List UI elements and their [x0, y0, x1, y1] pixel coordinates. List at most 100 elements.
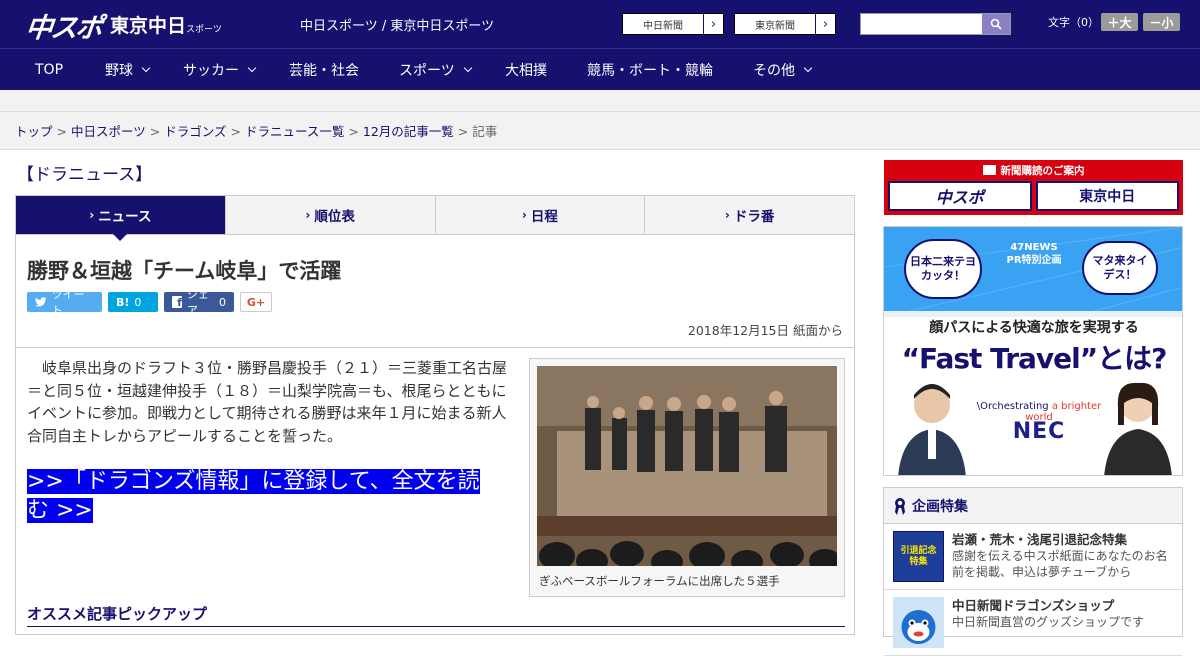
- facebook-count: 0: [219, 295, 226, 309]
- tab-dora-ban[interactable]: › ドラ番: [645, 196, 854, 234]
- ad-badge: 47NEWS PR特別企画: [996, 241, 1072, 267]
- nav-label: 芸能・社会: [289, 63, 359, 79]
- article-body: 岐阜県出身のドラフト３位・勝野昌慶投手（２１）＝三菱重工名古屋＝と同５位・垣越建…: [27, 359, 508, 445]
- photo-caption: ぎふベースボールフォーラムに出席した５選手: [539, 574, 780, 588]
- font-bigger-button[interactable]: ＋大: [1101, 13, 1138, 31]
- ad-badge-bottom: PR特別企画: [1006, 255, 1062, 266]
- logo-sub-small: スポーツ: [186, 25, 222, 35]
- nav-item-top[interactable]: TOP: [35, 49, 63, 91]
- section-tabs: › ニュース › 順位表 › 日程 › ドラ番: [15, 195, 855, 241]
- ad-fast-travel: “Fast Travel”とは?: [901, 342, 1168, 375]
- subscription-banner[interactable]: 新聞購読のご案内 中スポ 東京中日: [884, 160, 1183, 215]
- section-title: 【ドラニュース】: [17, 165, 153, 185]
- feature-item-desc: 中日新聞直営のグッズショップです: [952, 615, 1145, 629]
- breadcrumb-top[interactable]: トップ: [15, 124, 53, 139]
- nav-item-soccer[interactable]: サッカー: [183, 49, 257, 91]
- nav-item-other[interactable]: その他: [753, 49, 813, 91]
- feature-text: 岩瀬・荒木・浅尾引退記念特集 感謝を伝える中スポ紙面にあなたのお名前を掲載、申込…: [952, 531, 1173, 582]
- feature-item[interactable]: 引退記念特集 岩瀬・荒木・浅尾引退記念特集 感謝を伝える中スポ紙面にあなたのお名…: [884, 524, 1182, 590]
- tab-label: ドラ番: [733, 209, 775, 225]
- hatena-count: 0: [134, 295, 142, 309]
- feature-item-desc: 感謝を伝える中スポ紙面にあなたのお名前を掲載、申込は夢チューブから: [952, 549, 1168, 579]
- ad-headline: 顔パスによる快適な旅を実現する: [929, 320, 1139, 336]
- site-header: 中スポ 東京中日スポーツ 中日スポーツ / 東京中日スポーツ 中日新聞 › 東京…: [0, 0, 1200, 48]
- nav-label: 野球: [105, 63, 133, 79]
- tweet-label: ツイート: [51, 288, 85, 317]
- article-headline: 勝野＆垣越「チーム岐阜」で活躍: [27, 259, 342, 283]
- divider: [16, 347, 854, 348]
- chevron-down-icon: [141, 63, 151, 73]
- twitter-bird-icon: [35, 297, 47, 307]
- feature-header: 企画特集: [884, 488, 1182, 524]
- facebook-icon: f: [172, 296, 182, 308]
- font-smaller-button[interactable]: －小: [1143, 13, 1180, 31]
- ribbon-icon: [895, 497, 905, 515]
- facebook-label: シェア: [186, 288, 209, 317]
- chunichi-shimbun-link[interactable]: 中日新聞 ›: [622, 13, 724, 35]
- chevron-down-icon: [463, 63, 472, 73]
- breadcrumb: トップ > 中日スポーツ > ドラゴンズ > ドラニュース一覧 >12月の記事一覧 > 記事: [0, 112, 1200, 150]
- dragons-mascot-icon: [893, 597, 944, 648]
- ad-bubble-right: マタ来タイデス！: [1082, 241, 1158, 295]
- feature-title: 企画特集: [912, 498, 968, 515]
- google-plus-button[interactable]: G+: [240, 292, 272, 312]
- nav-item-sports[interactable]: スポーツ: [399, 49, 472, 91]
- search-button[interactable]: [982, 14, 1010, 34]
- feature-thumb-retirement: 引退記念特集: [893, 531, 944, 582]
- link-label: 中日新聞: [643, 20, 683, 32]
- tokyo-chunichi-logo[interactable]: 東京中日スポーツ: [110, 11, 222, 38]
- hatena-icon: B!: [116, 295, 130, 309]
- search-icon: [990, 18, 1002, 30]
- nav-label: サッカー: [183, 63, 239, 79]
- breadcrumb-separator: >: [348, 124, 359, 139]
- nav-item-sumo[interactable]: 大相撲: [505, 49, 547, 91]
- ad-person-right: [1104, 382, 1172, 475]
- chevron-down-icon: [247, 63, 257, 73]
- breadcrumb-dragons[interactable]: ドラゴンズ: [164, 124, 226, 139]
- breadcrumb-december[interactable]: 12月の記事一覧: [363, 124, 454, 139]
- breadcrumb-separator: >: [149, 124, 161, 139]
- breadcrumb-current: 記事: [472, 124, 498, 139]
- logo-sub-text: 東京中日: [110, 15, 187, 37]
- tab-news[interactable]: › ニュース: [16, 196, 226, 241]
- article-photo[interactable]: [537, 366, 837, 566]
- hatena-bookmark-button[interactable]: B! 0: [108, 292, 158, 312]
- tab-schedule[interactable]: › 日程: [436, 196, 646, 234]
- nav-label: スポーツ: [399, 63, 455, 79]
- share-buttons: ツイート B! 0 f シェア 0 G+: [27, 288, 272, 317]
- google-plus-icon: G+: [246, 295, 266, 309]
- feature-item[interactable]: 中日新聞ドラゴンズショップ 中日新聞直営のグッズショップです: [884, 590, 1182, 656]
- read-more-link[interactable]: >>「ドラゴンズ情報」に登録して、全文を読む >>: [27, 467, 497, 525]
- main-nav: TOP 野球 サッカー 芸能・社会 スポーツ 大相撲 競馬・ボート・競輪 その他: [0, 48, 1200, 90]
- nav-item-baseball[interactable]: 野球: [105, 49, 151, 91]
- chevron-down-icon: [803, 63, 813, 73]
- breadcrumb-separator: >: [56, 124, 67, 139]
- tweet-button[interactable]: ツイート: [27, 288, 102, 317]
- nav-item-racing[interactable]: 競馬・ボート・競輪: [587, 49, 713, 91]
- breadcrumb-separator: >: [230, 124, 241, 139]
- tab-label: 日程: [530, 209, 558, 225]
- facebook-share-button[interactable]: f シェア 0: [164, 288, 234, 317]
- subscription-logos: 中スポ 東京中日: [885, 179, 1182, 213]
- tokyo-shimbun-link[interactable]: 東京新聞 ›: [734, 13, 836, 35]
- font-size-label: 文字（0）: [1048, 16, 1099, 29]
- breadcrumb-dora-news[interactable]: ドラニュース一覧: [245, 124, 344, 139]
- ad-badge-top: 47NEWS: [1010, 242, 1058, 253]
- chevron-right-icon: ›: [521, 208, 527, 222]
- tab-standings[interactable]: › 順位表: [226, 196, 436, 234]
- subscription-heading: 新聞購読のご案内: [885, 161, 1182, 179]
- breadcrumb-chunichi-sports[interactable]: 中日スポーツ: [71, 124, 146, 139]
- nav-label: TOP: [35, 62, 64, 78]
- ad-person-left: [898, 384, 966, 475]
- breadcrumb-separator: >: [457, 124, 469, 139]
- nav-label: 競馬・ボート・競輪: [587, 63, 713, 79]
- nav-item-entertainment[interactable]: 芸能・社会: [289, 49, 359, 91]
- chuspo-logo[interactable]: 中スポ: [24, 6, 103, 45]
- search-input[interactable]: [861, 14, 982, 34]
- recommended-picks-title: オススメ記事ピックアップ: [27, 605, 208, 623]
- chevron-right-icon: ›: [89, 208, 95, 222]
- ad-bubble-left: 日本二来テヨカッタ！: [904, 239, 982, 299]
- advertisement-nec[interactable]: 日本二来テヨカッタ！ 47NEWS PR特別企画 マタ来タイデス！ 顔パスによる…: [883, 226, 1183, 476]
- feature-item-title: 中日新聞ドラゴンズショップ: [952, 598, 1115, 613]
- tokyo-chunichi-logo: 東京中日: [1035, 181, 1179, 211]
